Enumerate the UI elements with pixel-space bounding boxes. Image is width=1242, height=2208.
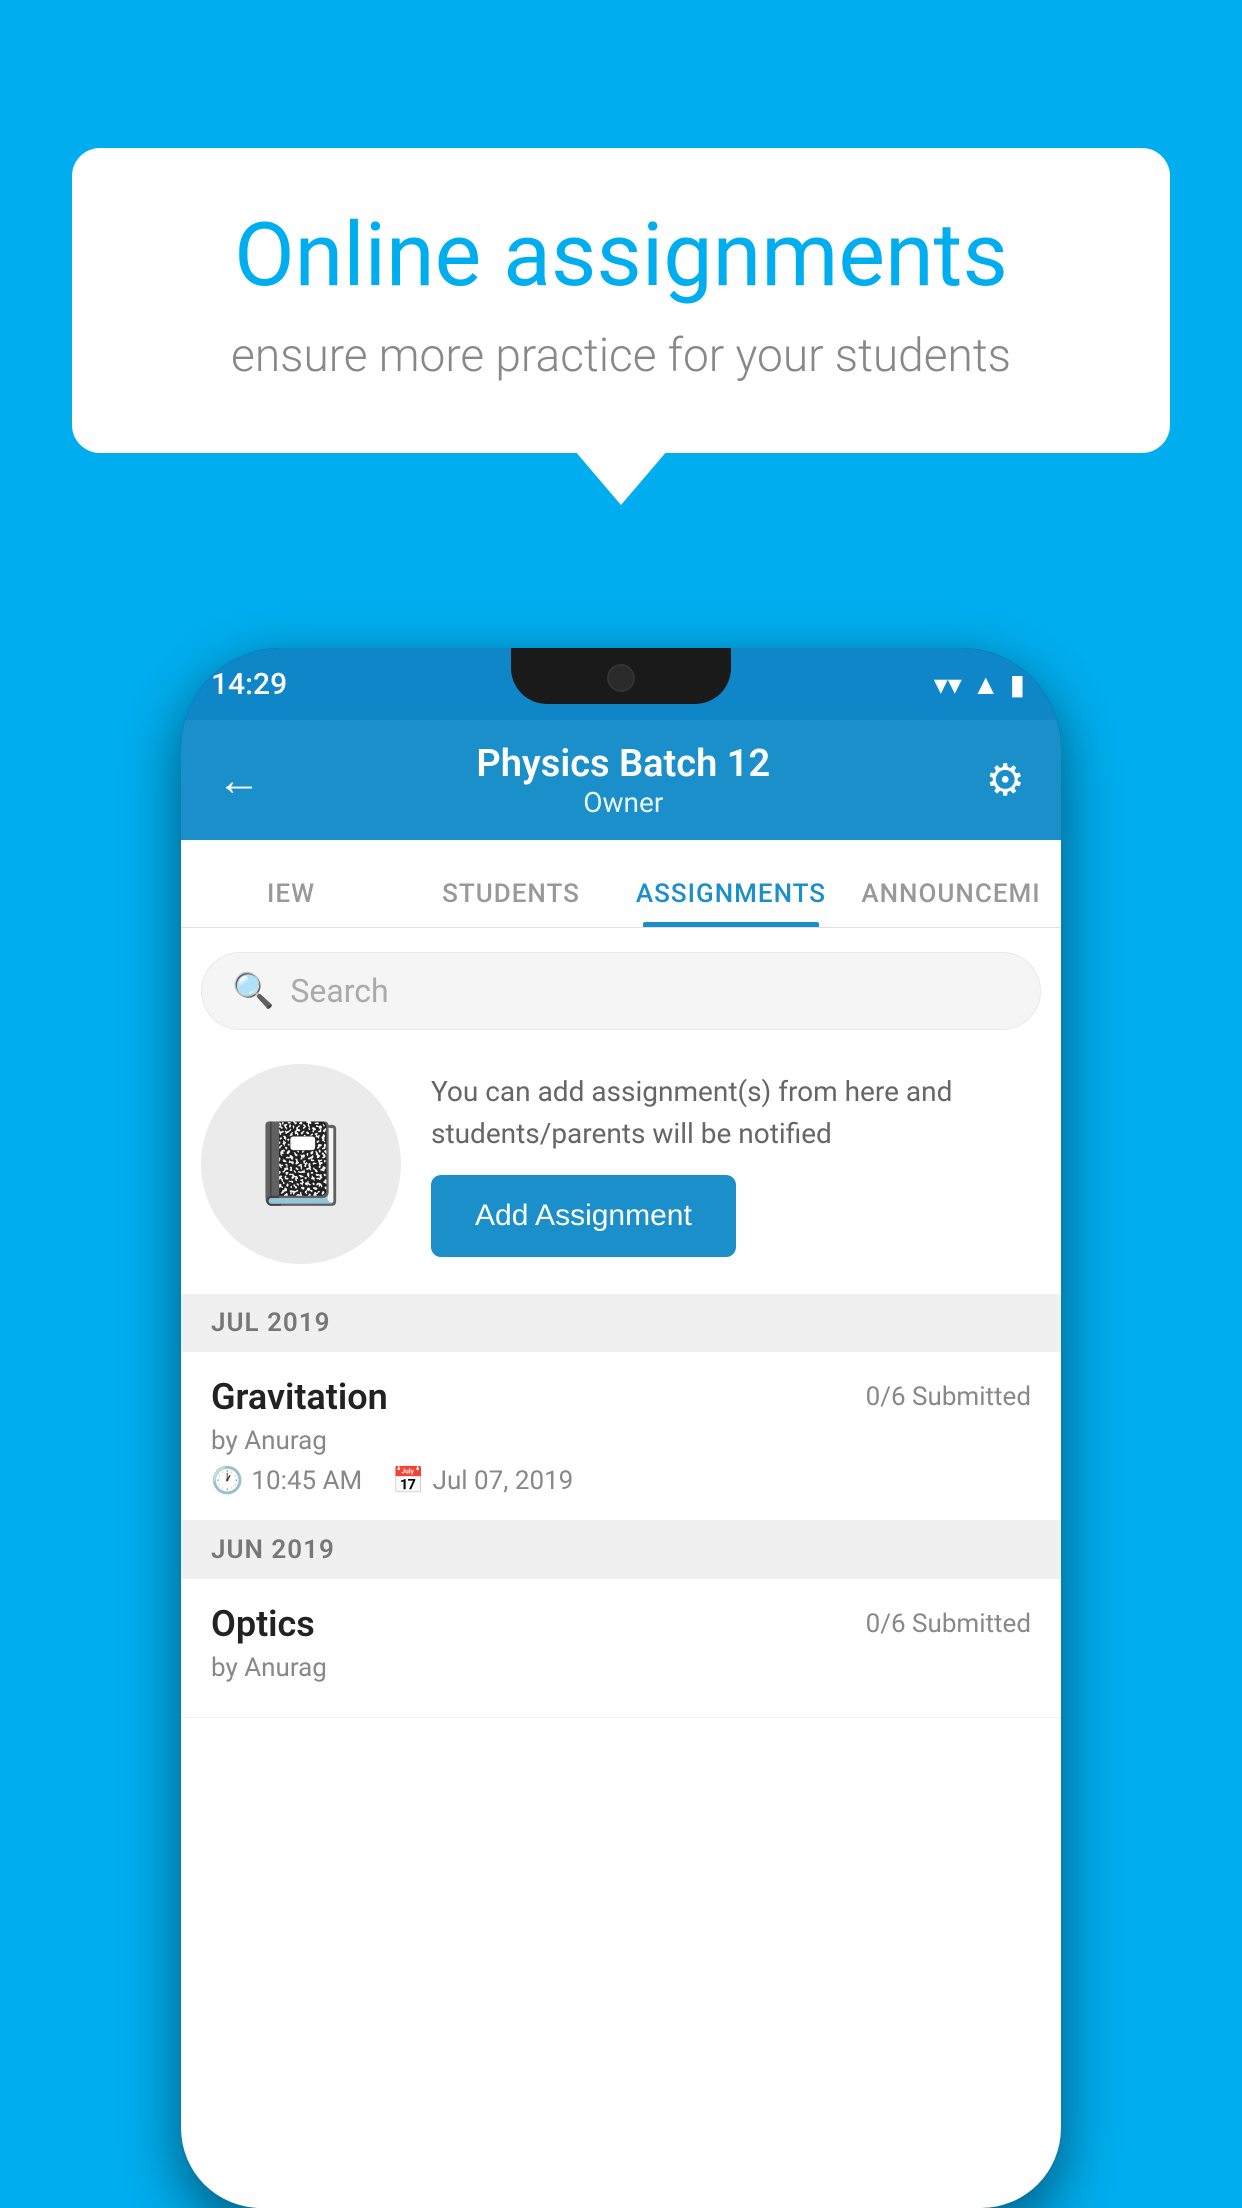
assignment-submitted-optics: 0/6 Submitted <box>866 1609 1031 1639</box>
assignment-item-optics[interactable]: Optics 0/6 Submitted by Anurag <box>181 1579 1061 1718</box>
search-bar[interactable]: 🔍 Search <box>201 952 1041 1030</box>
search-placeholder: Search <box>290 972 388 1010</box>
speech-bubble-container: Online assignments ensure more practice … <box>72 148 1170 453</box>
assignment-by-optics: by Anurag <box>211 1653 1031 1683</box>
promo-description: You can add assignment(s) from here and … <box>431 1071 1041 1155</box>
header-center: Physics Batch 12 Owner <box>476 742 770 819</box>
assignment-name-optics: Optics <box>211 1603 315 1645</box>
notebook-icon: 📓 <box>251 1117 351 1211</box>
add-assignment-button[interactable]: Add Assignment <box>431 1175 736 1257</box>
tab-announcements[interactable]: ANNOUNCEMI <box>841 879 1061 927</box>
status-time: 14:29 <box>211 667 287 702</box>
tab-bar: IEW STUDENTS ASSIGNMENTS ANNOUNCEMI <box>181 840 1061 928</box>
tab-students[interactable]: STUDENTS <box>401 879 621 927</box>
bubble-subtitle: ensure more practice for your students <box>152 329 1090 383</box>
phone-frame: 14:29 ▾▾ ▲ ▮ ← Physics Batch 12 Owner ⚙ … <box>181 648 1061 2208</box>
screen-content: 🔍 Search 📓 You can add assignment(s) fro… <box>181 928 1061 2208</box>
phone-camera <box>607 664 635 692</box>
date-detail: 📅 Jul 07, 2019 <box>392 1466 573 1496</box>
header-title: Physics Batch 12 <box>476 742 770 786</box>
status-icons: ▾▾ ▲ ▮ <box>934 668 1025 701</box>
speech-bubble: Online assignments ensure more practice … <box>72 148 1170 453</box>
time-detail: 🕐 10:45 AM <box>211 1466 362 1496</box>
battery-icon: ▮ <box>1010 668 1025 701</box>
section-header-jun: JUN 2019 <box>181 1521 1061 1579</box>
bubble-title: Online assignments <box>152 208 1090 305</box>
search-icon: 🔍 <box>232 971 274 1011</box>
assignment-row1-optics: Optics 0/6 Submitted <box>211 1603 1031 1645</box>
promo-icon-circle: 📓 <box>201 1064 401 1264</box>
calendar-icon: 📅 <box>392 1466 424 1496</box>
phone-notch <box>511 648 731 704</box>
promo-text-block: You can add assignment(s) from here and … <box>431 1071 1041 1257</box>
assignment-name: Gravitation <box>211 1376 388 1418</box>
tab-iew[interactable]: IEW <box>181 879 401 927</box>
wifi-icon: ▾▾ <box>934 668 962 701</box>
section-header-jul: JUL 2019 <box>181 1294 1061 1352</box>
clock-icon: 🕐 <box>211 1466 243 1496</box>
settings-icon[interactable]: ⚙ <box>986 754 1025 806</box>
assignment-by: by Anurag <box>211 1426 1031 1456</box>
back-button[interactable]: ← <box>217 754 261 806</box>
assignment-row1: Gravitation 0/6 Submitted <box>211 1376 1031 1418</box>
assignment-submitted: 0/6 Submitted <box>866 1382 1031 1412</box>
promo-block: 📓 You can add assignment(s) from here an… <box>201 1054 1041 1274</box>
header-subtitle: Owner <box>476 786 770 819</box>
signal-icon: ▲ <box>972 668 1000 701</box>
assignment-date: Jul 07, 2019 <box>433 1466 574 1496</box>
tab-assignments[interactable]: ASSIGNMENTS <box>621 879 841 927</box>
app-header: ← Physics Batch 12 Owner ⚙ <box>181 720 1061 840</box>
assignment-datetime: 🕐 10:45 AM 📅 Jul 07, 2019 <box>211 1466 1031 1496</box>
assignment-time: 10:45 AM <box>251 1466 362 1496</box>
assignment-item-gravitation[interactable]: Gravitation 0/6 Submitted by Anurag 🕐 10… <box>181 1352 1061 1521</box>
